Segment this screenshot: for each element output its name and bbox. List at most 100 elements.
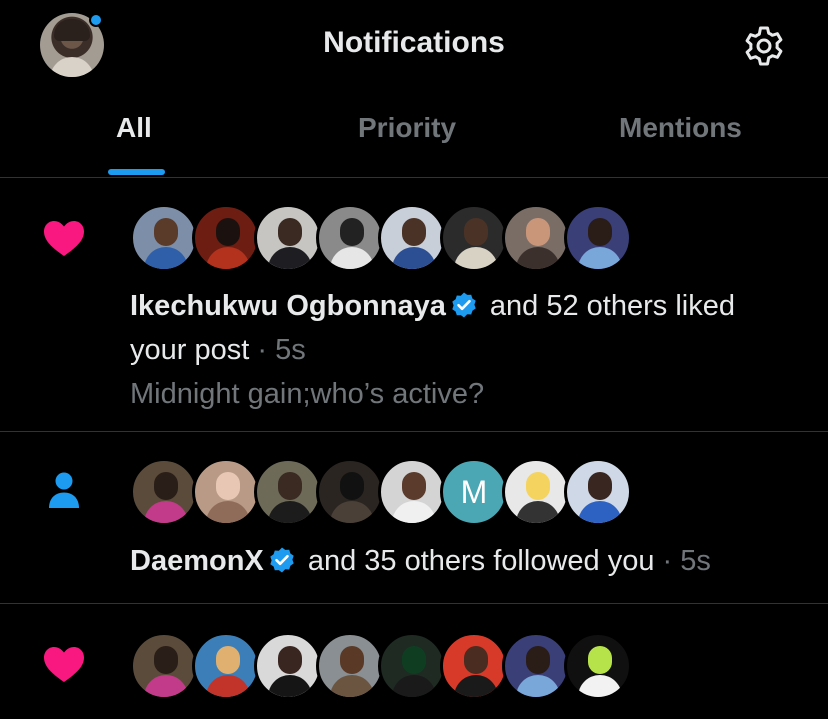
notification-item-like[interactable]	[0, 604, 828, 719]
avatar-head	[340, 218, 364, 246]
avatar-torso	[392, 675, 436, 697]
liker-avatars	[130, 204, 650, 272]
avatar[interactable]	[254, 632, 322, 700]
avatar-head	[216, 646, 240, 674]
avatar[interactable]	[192, 204, 260, 272]
avatar[interactable]	[316, 458, 384, 526]
avatar-torso	[206, 501, 250, 523]
person-icon	[49, 472, 79, 508]
avatar-head	[154, 472, 178, 500]
avatar[interactable]	[440, 204, 508, 272]
avatar[interactable]	[254, 458, 322, 526]
avatar-torso	[206, 675, 250, 697]
unread-indicator-dot	[89, 13, 103, 27]
verified-badge-icon	[270, 547, 294, 573]
avatar-head	[340, 472, 364, 500]
avatar-head	[464, 218, 488, 246]
avatar-torso	[392, 247, 436, 269]
avatar-torso	[516, 675, 560, 697]
avatar-torso	[268, 675, 312, 697]
tab-mentions[interactable]: Mentions	[619, 112, 742, 144]
actor-name[interactable]: DaemonX	[130, 545, 264, 577]
avatar-torso	[454, 675, 498, 697]
avatar-head	[402, 472, 426, 500]
avatar[interactable]	[130, 632, 198, 700]
heart-icon	[44, 221, 84, 256]
notification-item-follow[interactable]: M DaemonX and 35 others followed you · 5…	[0, 432, 828, 604]
avatar-head	[588, 472, 612, 500]
tab-priority[interactable]: Priority	[358, 112, 456, 144]
follower-avatars: M	[130, 458, 650, 526]
top-bar: Notifications	[0, 0, 828, 90]
avatar[interactable]	[502, 204, 570, 272]
avatar-torso	[516, 247, 560, 269]
notification-text-continued: your post · 5s	[130, 334, 306, 367]
avatar-torso	[392, 501, 436, 523]
avatar[interactable]	[564, 204, 632, 272]
notification-tabs: All Priority Mentions	[0, 100, 828, 178]
avatar[interactable]	[192, 458, 260, 526]
avatar[interactable]	[440, 632, 508, 700]
actor-name[interactable]: Ikechukwu Ogbonnaya	[130, 290, 446, 322]
verified-badge-icon	[452, 292, 476, 318]
avatar-letter[interactable]: M	[440, 458, 508, 526]
avatar[interactable]	[502, 632, 570, 700]
avatar-torso	[330, 247, 374, 269]
avatar-head	[154, 646, 178, 674]
avatar-head	[526, 646, 550, 674]
page-title: Notifications	[323, 26, 505, 59]
avatar-head	[278, 472, 302, 500]
avatar[interactable]	[254, 204, 322, 272]
avatar-head	[402, 218, 426, 246]
timestamp: · 5s	[662, 545, 711, 577]
avatar-torso	[578, 501, 622, 523]
avatar-torso	[516, 501, 560, 523]
avatar[interactable]	[378, 204, 446, 272]
action-text: and 35 others followed you	[307, 545, 655, 577]
avatar-head	[402, 646, 426, 674]
avatar-torso	[330, 501, 374, 523]
avatar-head	[278, 218, 302, 246]
action-text-continued: your post	[130, 334, 250, 366]
avatar[interactable]	[502, 458, 570, 526]
avatar-head	[464, 646, 488, 674]
avatar[interactable]	[316, 204, 384, 272]
avatar[interactable]	[130, 204, 198, 272]
avatar-head	[588, 646, 612, 674]
avatar[interactable]	[316, 632, 384, 700]
avatar-head	[278, 646, 302, 674]
avatar-head	[216, 218, 240, 246]
notification-text: DaemonX and 35 others followed you · 5s	[130, 545, 711, 578]
avatar-head	[340, 646, 364, 674]
notifications-screen: Notifications All Priority Mentions Ikec…	[0, 0, 828, 719]
heart-icon	[44, 647, 84, 682]
liker-avatars	[130, 632, 650, 700]
avatar[interactable]	[564, 458, 632, 526]
avatar-torso	[268, 247, 312, 269]
notification-text: Ikechukwu Ogbonnaya and 52 others liked	[130, 290, 735, 323]
avatar-torso	[144, 247, 188, 269]
avatar[interactable]	[192, 632, 260, 700]
avatar[interactable]	[378, 458, 446, 526]
avatar-head	[588, 218, 612, 246]
avatar[interactable]	[564, 632, 632, 700]
avatar-head	[154, 218, 178, 246]
avatar-head	[526, 472, 550, 500]
tab-all[interactable]: All	[116, 112, 152, 144]
avatar-torso	[578, 247, 622, 269]
post-preview[interactable]: Midnight gain;who’s active?	[130, 378, 484, 411]
avatar[interactable]	[130, 458, 198, 526]
notification-item-like[interactable]: Ikechukwu Ogbonnaya and 52 others liked …	[0, 178, 828, 432]
gear-icon[interactable]	[742, 24, 786, 68]
avatar-body	[50, 57, 94, 77]
avatar-torso	[268, 501, 312, 523]
avatar-torso	[144, 675, 188, 697]
avatar-head	[216, 472, 240, 500]
avatar-head	[526, 218, 550, 246]
avatar[interactable]	[378, 632, 446, 700]
avatar-torso	[330, 675, 374, 697]
avatar-torso	[454, 247, 498, 269]
action-text: and 52 others liked	[489, 290, 735, 322]
avatar-torso	[578, 675, 622, 697]
avatar-torso	[206, 247, 250, 269]
